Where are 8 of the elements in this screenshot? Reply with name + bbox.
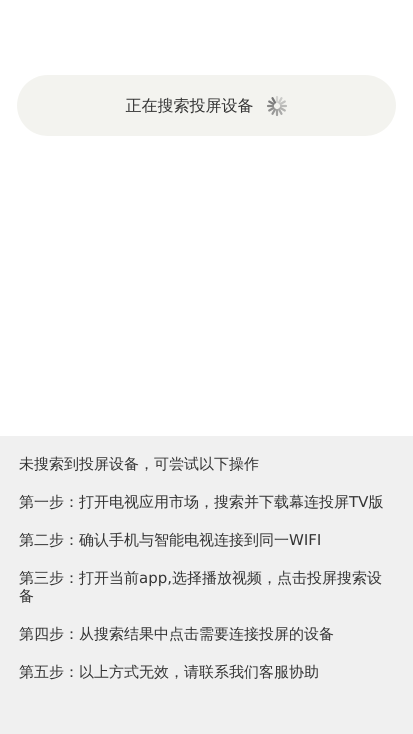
loading-spinner-icon — [266, 94, 288, 116]
help-step-text: 第二步：确认手机与智能电视连接到同一WIFI — [19, 531, 322, 549]
help-step-text: 第三步：打开当前app,选择播放视频，点击投屏搜索设备 — [19, 569, 384, 605]
help-step-text: 第一步：打开电视应用市场，搜索并下载幕连投屏TV版 — [19, 493, 384, 511]
help-step-text: 第四步：从搜索结果中点击需要连接投屏的设备 — [19, 625, 335, 643]
help-step-text: 第五步：以上方式无效，请联系我们客服协助 — [19, 663, 320, 681]
help-title: 未搜索到投屏设备，可尝试以下操作 — [19, 455, 260, 473]
search-status-text: 正在搜索投屏设备 — [126, 94, 254, 116]
